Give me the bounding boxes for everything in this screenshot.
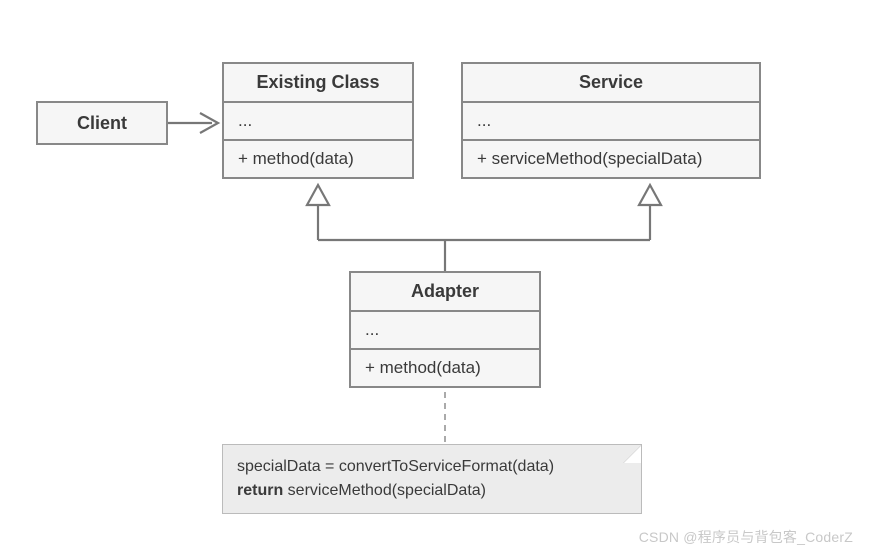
note-line2-rest: serviceMethod(specialData) [283, 482, 486, 499]
note-line1: specialData = convertToServiceFormat(dat… [237, 455, 627, 479]
note-fold-icon [623, 445, 641, 463]
arrow-client-to-existing [168, 113, 218, 133]
class-adapter-attrs: ... [351, 312, 539, 350]
class-adapter: Adapter ... + method(data) [349, 271, 541, 388]
class-existing: Existing Class ... + method(data) [222, 62, 414, 179]
class-existing-attrs: ... [224, 103, 412, 141]
note-return-kw: return [237, 482, 283, 499]
class-service-attrs: ... [463, 103, 759, 141]
note-adapter-method: specialData = convertToServiceFormat(dat… [222, 444, 642, 514]
class-existing-title: Existing Class [224, 64, 412, 103]
note-line2: return serviceMethod(specialData) [237, 479, 627, 503]
class-service-method: + serviceMethod(specialData) [463, 141, 759, 177]
inheritance-adapter-to-existing [307, 185, 329, 240]
class-service: Service ... + serviceMethod(specialData) [461, 62, 761, 179]
class-existing-method: + method(data) [224, 141, 412, 177]
class-client-title: Client [77, 113, 127, 134]
class-client: Client [36, 101, 168, 145]
inheritance-join [318, 240, 650, 271]
class-adapter-title: Adapter [351, 273, 539, 312]
class-service-title: Service [463, 64, 759, 103]
inheritance-adapter-to-service [639, 185, 661, 240]
class-adapter-method: + method(data) [351, 350, 539, 386]
watermark-text: CSDN @程序员与背包客_CoderZ [639, 527, 853, 547]
